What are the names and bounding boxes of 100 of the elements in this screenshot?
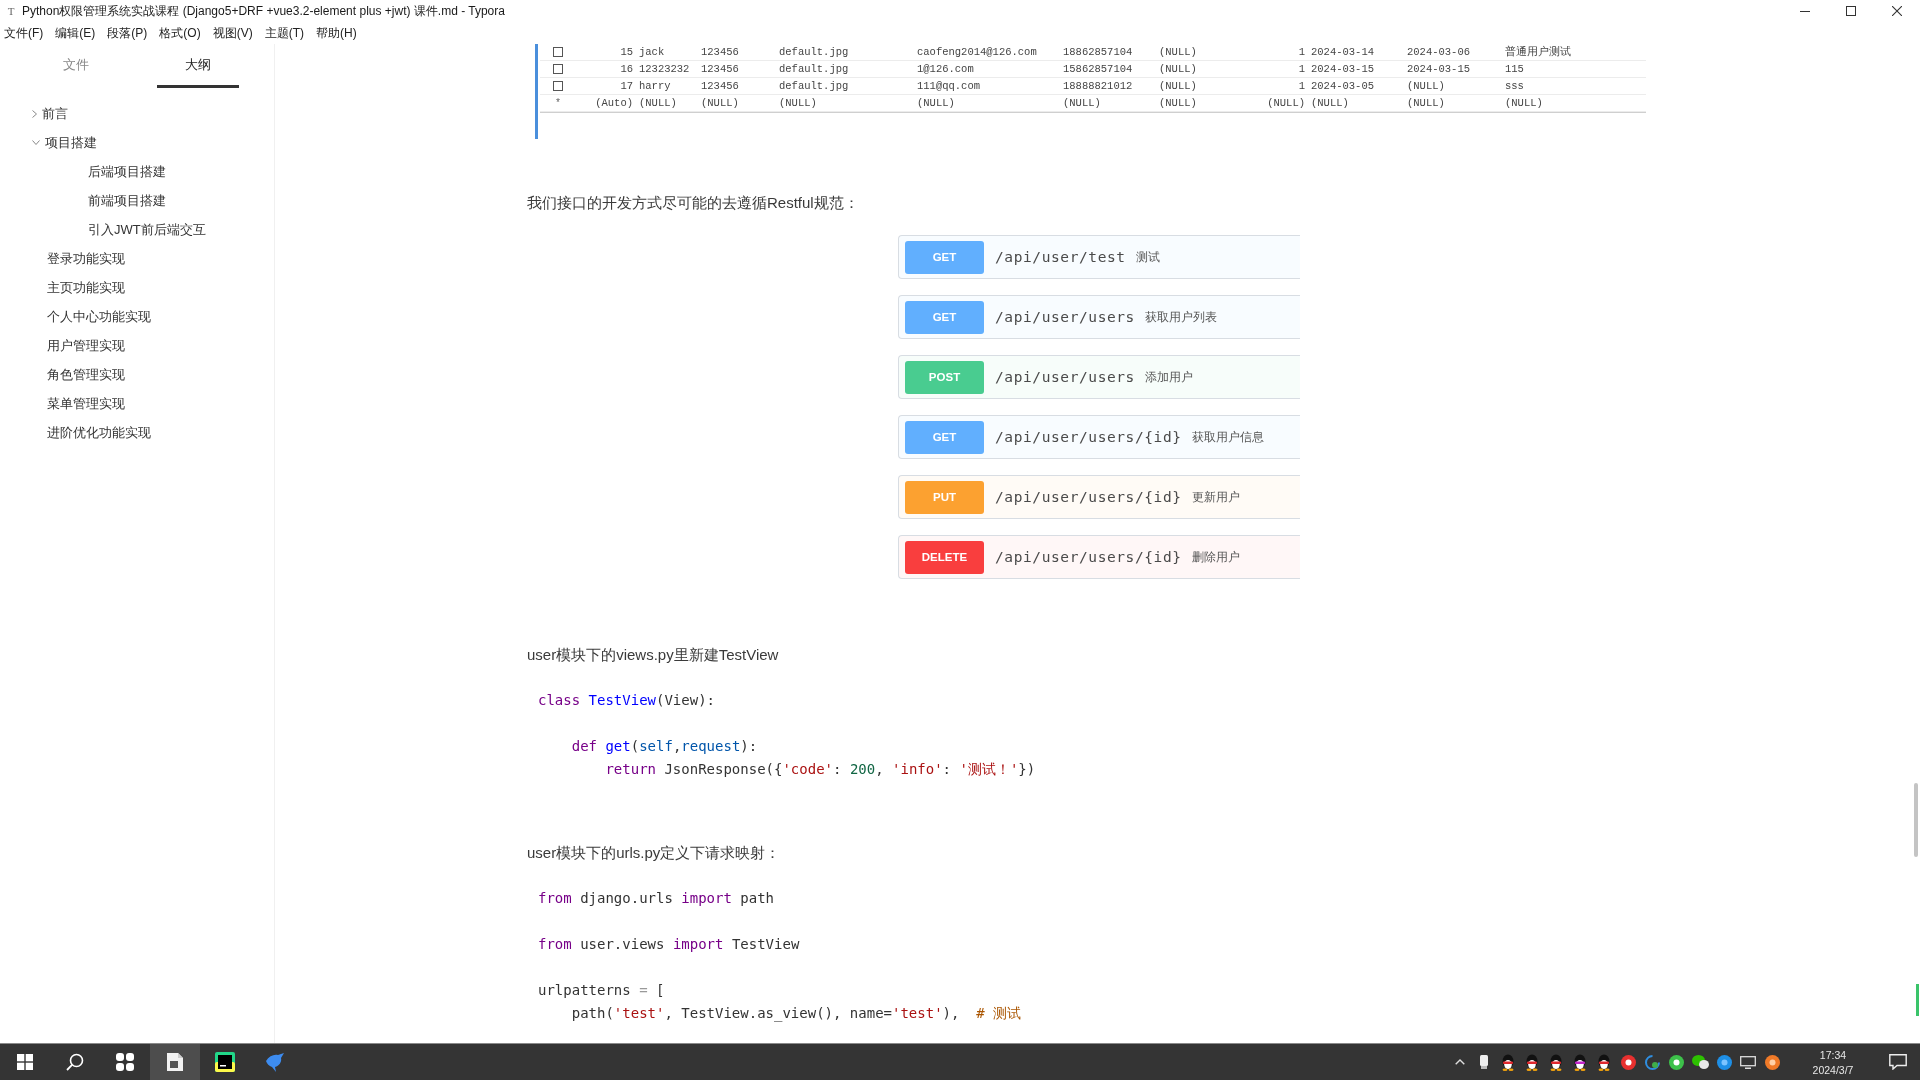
endpoint-path: /api/user/users [995,369,1135,385]
sidebar-tab[interactable]: 大纲 [157,44,239,88]
method-badge: GET [905,240,984,274]
paragraph: 我们接口的开发方式尽可能的去遵循Restful规范： [527,193,859,213]
penguin-icon[interactable] [1597,1053,1611,1071]
outline-item[interactable]: 前端项目搭建 [88,191,166,210]
table-cell-text: (NULL) [638,97,678,109]
table-cell-text: 2024-03-15 [1310,63,1375,75]
circle-icon[interactable] [1716,1054,1732,1070]
outline-item[interactable]: 主页功能实现 [47,278,125,297]
table-cell-text: 123456 [700,63,740,75]
table-cell-text: (Auto) [594,97,634,109]
table-cell-text: 1@126.com [916,63,975,75]
table-cell-text: 2024-03-06 [1406,46,1471,58]
windows-icon[interactable] [17,1054,33,1070]
outline-item[interactable]: 菜单管理实现 [47,394,125,413]
menu-item[interactable]: 段落(P) [107,24,148,42]
table-cell-text: (NULL) [1158,97,1198,109]
menu-item[interactable]: 帮助(H) [316,24,357,42]
endpoint-path: /api/user/users/{id} [995,429,1182,445]
window-title: Python权限管理系统实战课程 (Django5+DRF +vue3.2-element plus +jwt) 课件.md - Typora [22,2,505,20]
table-cell-text: (NULL) [916,97,956,109]
penguin-icon[interactable] [1549,1053,1563,1071]
table-cell-text: 2024-03-15 [1406,63,1471,75]
taskbar-app[interactable] [150,1044,200,1080]
search-icon[interactable] [66,1053,84,1071]
table-cell-text: (NULL) [700,97,740,109]
outline-item[interactable]: 引入JWT前后端交互 [88,220,206,239]
maximize-icon [1846,6,1856,16]
outline-item[interactable]: 项目搭建 [32,133,97,152]
endpoint-path: /api/user/users/{id} [995,489,1182,505]
document-icon[interactable] [167,1053,183,1071]
bird-icon[interactable] [265,1052,285,1072]
method-badge: GET [905,420,984,454]
code-line: def get(self,request): [571,737,758,756]
monitor-icon[interactable] [1740,1055,1756,1069]
penguin-icon[interactable] [1525,1053,1539,1071]
menu-item[interactable]: 主题(T) [264,24,304,42]
outline-item[interactable]: 前言 [32,104,68,123]
table-cell-text: 18888821012 [1062,80,1134,92]
code-line: path('test', TestView.as_view(), name='test'), # 测试 [571,1004,1022,1024]
row-checkbox[interactable] [553,81,563,91]
menu-item[interactable]: 格式(O) [159,24,201,42]
table-cell-text: (NULL) [1158,46,1198,58]
code-line: return JsonResponse({'code': 200, 'info': '测试！'}) [605,760,1036,779]
outline-item[interactable]: 角色管理实现 [47,365,125,384]
chevron-up-icon[interactable] [1455,1059,1465,1065]
device-icon[interactable] [1480,1055,1488,1069]
method-badge: PUT [905,480,984,514]
chevron-down-icon[interactable] [32,140,40,145]
sync-icon[interactable] [1644,1054,1660,1070]
circle-icon[interactable] [1764,1054,1780,1070]
row-checkbox[interactable] [553,64,563,74]
close-icon [1892,6,1902,16]
menu-item[interactable]: 视图(V) [212,24,253,42]
endpoint-path: /api/user/test [995,249,1126,265]
chat-icon[interactable] [1668,1054,1684,1070]
table-cell-text: harry [638,80,672,92]
chevron-right-icon[interactable] [32,109,37,118]
new-row-marker: * [555,97,561,109]
table-cell-text: (NULL) [1158,80,1198,92]
table-cell-text: 16 [619,63,634,75]
outline-item[interactable]: 进阶优化功能实现 [47,423,151,442]
table-cell-text: 1 [1297,63,1306,75]
outline-item[interactable]: 后端项目搭建 [88,162,166,181]
outline-item[interactable]: 个人中心功能实现 [47,307,151,326]
table-cell-text: caofeng2014@126.com [916,46,1038,58]
notification-icon[interactable] [1889,1054,1907,1070]
tiles-icon[interactable] [116,1053,134,1071]
penguin-icon[interactable] [1573,1053,1587,1071]
endpoint-path: /api/user/users [995,309,1135,325]
table-cell-text: 15 [619,46,634,58]
paragraph: user模块下的views.py里新建TestView [527,645,779,665]
endpoint-description: 更新用户 [1191,488,1240,506]
outline-item[interactable]: 用户管理实现 [47,336,125,355]
penguin-icon[interactable] [1501,1053,1515,1071]
row-checkbox[interactable] [553,47,563,57]
menu-item[interactable]: 编辑(E) [55,24,96,42]
code-line: from user.views import TestView [538,935,800,954]
table-cell-text: 12323232 [638,63,691,75]
clock-time[interactable]: 17:34 [1819,1047,1847,1062]
endpoint-description: 测试 [1135,248,1160,266]
table-cell-text: (NULL) [1504,97,1544,109]
clock-date[interactable]: 2024/3/7 [1812,1062,1854,1077]
table-cell-text: 17 [619,80,634,92]
outline-item[interactable]: 登录功能实现 [47,249,125,268]
endpoint-path: /api/user/users/{id} [995,549,1182,565]
table-cell-text: 123456 [700,46,740,58]
app-icon: T [6,5,16,17]
method-badge: POST [905,360,984,394]
table-cell-text: 1 [1297,46,1306,58]
chat-bubbles-icon[interactable] [1691,1055,1709,1069]
sidebar-tab[interactable]: 文件 [35,44,117,88]
circle-icon[interactable] [1620,1054,1636,1070]
table-cell-text: sss [1504,80,1525,92]
menu-item[interactable]: 文件(F) [4,24,44,42]
minimize-icon [1800,10,1810,12]
app-logo-icon[interactable] [215,1052,235,1072]
endpoint-description: 获取用户列表 [1144,308,1217,326]
table-cell-text: jack [638,46,666,58]
